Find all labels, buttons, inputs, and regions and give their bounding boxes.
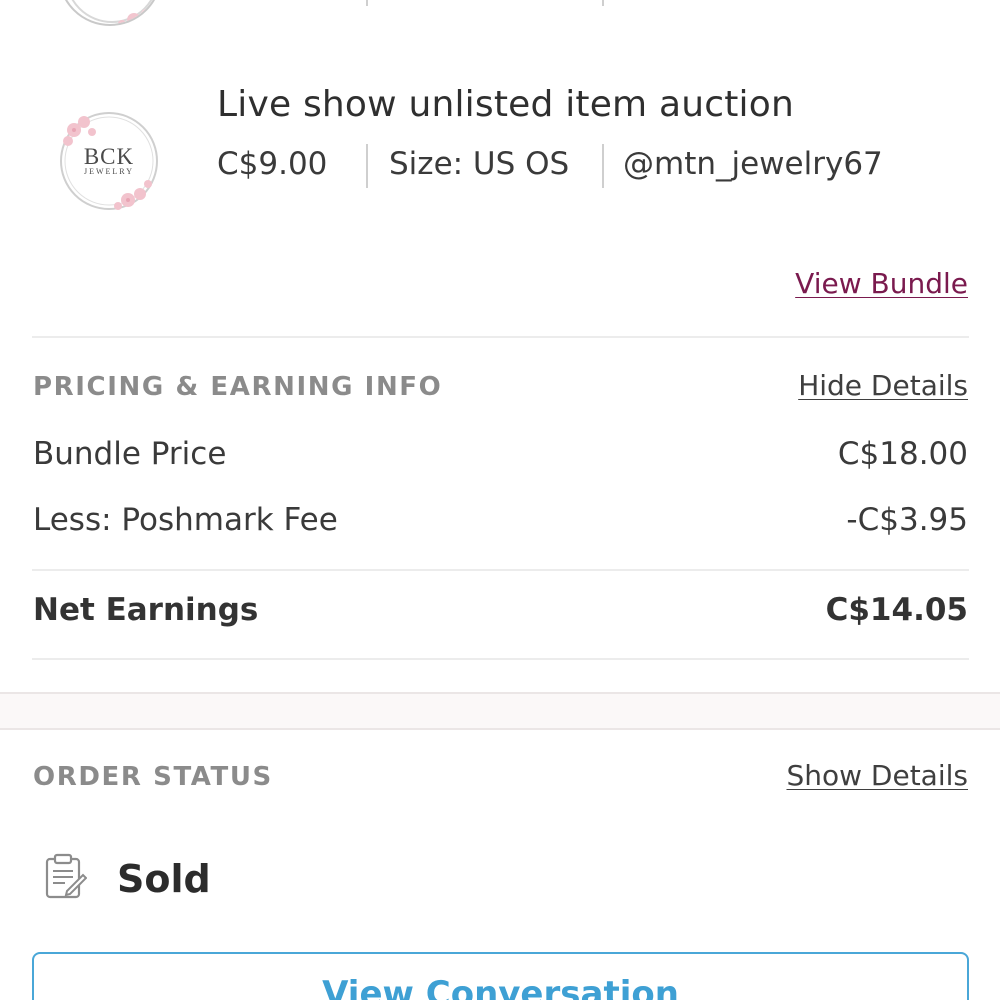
divider: [32, 658, 969, 660]
avatar-brand-text: BCK JEWELRY: [83, 144, 135, 176]
view-conversation-button[interactable]: View Conversation: [32, 952, 969, 1000]
previous-item-divider: [602, 0, 604, 6]
show-details-link[interactable]: Show Details: [786, 759, 968, 792]
clipboard-icon: [43, 853, 88, 899]
meta-divider: [366, 144, 368, 188]
avatar-brand: BCK: [83, 144, 135, 169]
divider: [32, 336, 969, 338]
view-bundle-link[interactable]: View Bundle: [795, 267, 968, 300]
item-size: Size: US OS: [389, 146, 570, 182]
item-title[interactable]: Live show unlisted item auction: [217, 84, 794, 125]
seller-avatar[interactable]: BCK JEWELRY: [56, 108, 162, 214]
item-price: C$9.00: [217, 146, 328, 182]
bundle-price-value: C$18.00: [837, 436, 968, 472]
net-earnings-value: C$14.05: [825, 592, 968, 628]
poshmark-fee-value: -C$3.95: [846, 502, 968, 538]
divider: [32, 569, 969, 571]
previous-item-divider: [366, 0, 368, 6]
previous-item-avatar: [58, 0, 162, 26]
bundle-price-label: Bundle Price: [33, 436, 227, 472]
order-status-section-title: ORDER STATUS: [33, 762, 273, 792]
section-separator-band: [0, 692, 1000, 730]
order-status-value: Sold: [117, 857, 211, 901]
seller-username[interactable]: @mtn_jewelry67: [623, 144, 883, 184]
poshmark-fee-label: Less: Poshmark Fee: [33, 502, 338, 538]
meta-divider: [602, 144, 604, 188]
hide-details-link[interactable]: Hide Details: [798, 369, 968, 402]
net-earnings-label: Net Earnings: [33, 592, 259, 628]
avatar-subtitle: JEWELRY: [83, 167, 134, 176]
pricing-section-title: PRICING & EARNING INFO: [33, 372, 443, 402]
